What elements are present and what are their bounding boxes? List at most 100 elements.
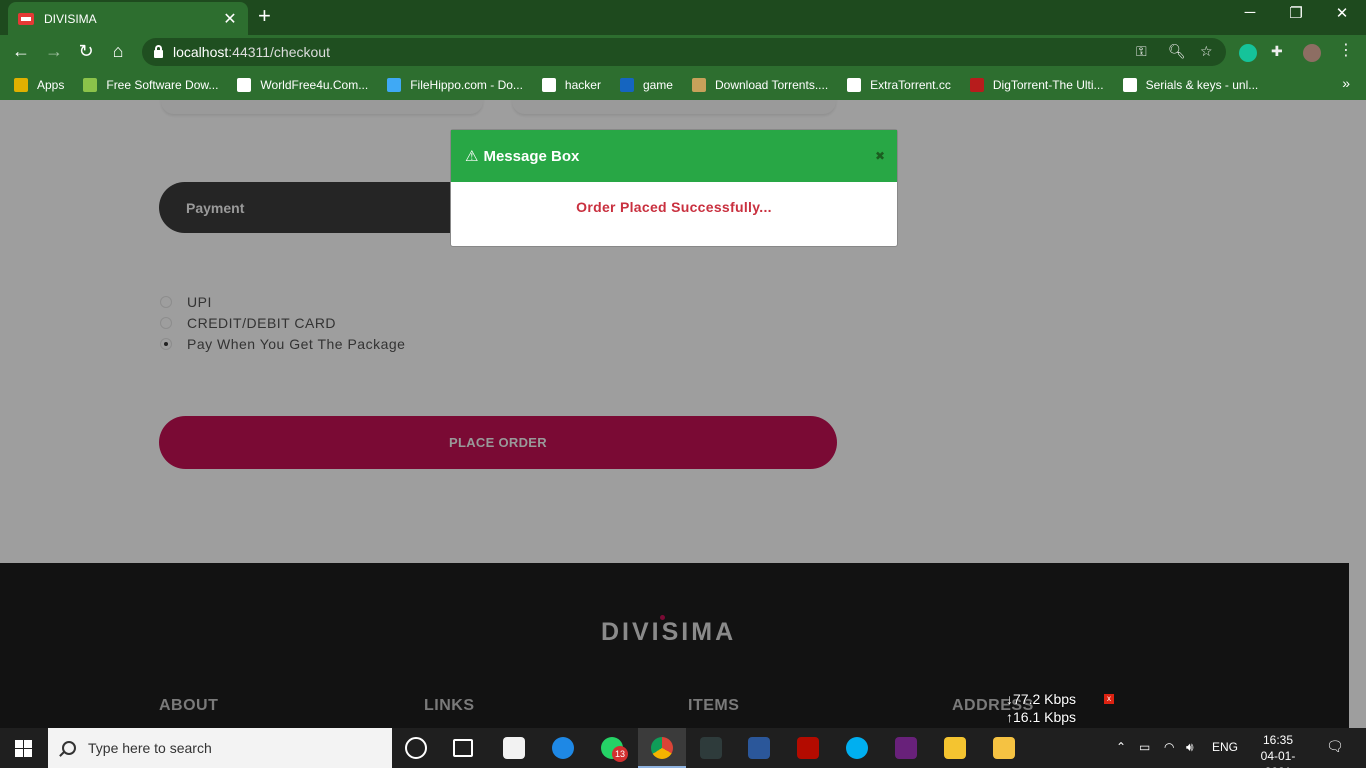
footer-heading-links: LINKS	[424, 697, 475, 714]
payment-option-cod[interactable]: Pay When You Get The Package	[160, 333, 405, 354]
key-icon	[1122, 77, 1137, 92]
clock-time: 16:35	[1262, 733, 1294, 747]
file-explorer-icon[interactable]	[993, 737, 1015, 759]
form-field-cut[interactable]	[512, 100, 836, 114]
bookmark-star-icon[interactable]: ☆	[1200, 43, 1213, 60]
filmora-icon[interactable]	[700, 737, 722, 759]
bookmark-label: hacker	[564, 77, 601, 92]
chrome-icon[interactable]	[651, 737, 673, 759]
radio-upi[interactable]	[160, 295, 172, 308]
place-order-button[interactable]: PLACE ORDER	[159, 416, 837, 469]
message-box-text: Order Placed Successfully...	[576, 199, 772, 215]
tab-close-icon[interactable]: ✕	[222, 9, 238, 29]
payment-option-upi[interactable]: UPI	[160, 291, 405, 312]
sparkle-icon	[83, 77, 98, 92]
bookmarks-overflow-icon[interactable]: »	[1342, 75, 1350, 91]
language-indicator[interactable]: ENG	[1212, 740, 1238, 754]
footer-heading-items: ITEMS	[688, 697, 740, 714]
home-icon[interactable]: ⌂	[107, 41, 129, 61]
bookmark-label: ExtraTorrent.cc	[870, 77, 951, 92]
windows-taskbar: Type here to search ⌃ ▭ ◠ 🔊︎ ENG 16:35 0…	[0, 728, 1366, 768]
payment-options: UPI CREDIT/DEBIT CARD Pay When You Get T…	[160, 291, 405, 354]
bookmark-item[interactable]: hacker	[541, 77, 601, 92]
payment-title: Payment	[186, 199, 245, 216]
store-icon[interactable]	[503, 737, 525, 759]
reload-icon[interactable]: ↻	[75, 41, 97, 61]
network-widget-close-icon[interactable]: x	[1104, 694, 1114, 704]
restore-button[interactable]: ❐	[1273, 4, 1319, 22]
payment-option-label: Pay When You Get The Package	[187, 335, 406, 352]
bookmark-item[interactable]: WorldFree4u.Com...	[237, 77, 369, 92]
page-scrollbar[interactable]	[1349, 100, 1366, 728]
network-speed-widget: ↓77.2 Kbps ↑16.1 Kbps	[1006, 690, 1076, 726]
bookmark-label: Free Software Dow...	[106, 77, 219, 92]
footer-logo[interactable]: DIVISIMA	[601, 618, 736, 647]
task-view-icon[interactable]	[453, 739, 473, 757]
bookmark-item[interactable]: FileHippo.com - Do...	[387, 77, 523, 92]
shield-icon	[691, 77, 706, 92]
battery-icon[interactable]: ▭	[1139, 740, 1150, 754]
message-box-header: ⚠ Message Box	[451, 130, 897, 182]
download-speed: ↓77.2 Kbps	[1006, 691, 1077, 707]
profile-avatar[interactable]	[1303, 44, 1321, 62]
bookmark-item[interactable]: Serials & keys - unl...	[1122, 77, 1258, 92]
key-icon[interactable]: ⚿	[1136, 43, 1147, 60]
payment-option-card[interactable]: CREDIT/DEBIT CARD	[160, 312, 405, 333]
browser-tab-divisima[interactable]: DIVISIMA ✕	[8, 2, 248, 35]
radio-cod[interactable]	[160, 337, 172, 350]
menu-dots-icon[interactable]: ⋮	[1338, 40, 1354, 60]
back-arrow-icon[interactable]: ←	[10, 41, 32, 61]
filehippo-icon	[387, 77, 402, 92]
search-icon	[62, 741, 76, 755]
site-footer: DIVISIMA ABOUT LINKS ITEMS ADDRESS	[0, 563, 1349, 728]
windows-start-icon[interactable]	[15, 740, 32, 757]
word-icon[interactable]	[748, 737, 770, 759]
taskbar-search-box[interactable]: Type here to search	[48, 728, 392, 768]
forward-arrow-icon[interactable]: →	[43, 41, 65, 61]
bookmark-label: Apps	[37, 77, 65, 92]
divisima-favicon	[18, 12, 34, 25]
tray-chevron-up-icon[interactable]: ⌃	[1116, 740, 1126, 754]
notification-icon[interactable]: 🗨︎	[1326, 738, 1344, 755]
sql-tool-icon[interactable]	[944, 737, 966, 759]
grammarly-icon[interactable]	[1239, 44, 1257, 62]
edge-icon[interactable]	[552, 737, 574, 759]
skype-icon[interactable]	[846, 737, 868, 759]
bookmarks-bar: Apps Free Software Dow... WorldFree4u.Com.…	[0, 69, 1366, 100]
radio-card[interactable]	[160, 316, 172, 329]
minimize-button[interactable]: ─	[1227, 4, 1273, 21]
visual-studio-icon[interactable]	[895, 737, 917, 759]
browser-tab-strip: DIVISIMA ✕ + ─ ❐ ✕	[0, 0, 1366, 35]
zoom-icon[interactable]: 🔍︎	[1168, 43, 1186, 60]
message-box-title: Message Box	[483, 147, 580, 165]
acrobat-icon[interactable]	[797, 737, 819, 759]
bookmark-label: Download Torrents....	[714, 77, 829, 92]
bookmark-item[interactable]: Free Software Dow...	[83, 77, 219, 92]
url-host: localhost	[173, 44, 229, 60]
bookmark-item[interactable]: game	[619, 77, 673, 92]
bookmark-label: WorldFree4u.Com...	[260, 77, 369, 92]
bookmark-label: game	[642, 77, 673, 92]
new-tab-button[interactable]: +	[258, 5, 271, 27]
bookmark-item[interactable]: Apps	[14, 77, 65, 92]
cortana-icon[interactable]	[405, 737, 427, 759]
search-placeholder: Type here to search	[88, 740, 212, 756]
close-window-button[interactable]: ✕	[1319, 4, 1365, 22]
volume-icon[interactable]: 🔊︎	[1186, 740, 1194, 755]
form-field-cut[interactable]	[161, 100, 483, 114]
wifi-icon[interactable]: ◠	[1164, 740, 1174, 754]
lock-icon	[154, 45, 163, 58]
payment-option-label: UPI	[187, 293, 212, 310]
bookmark-item[interactable]: Download Torrents....	[691, 77, 829, 92]
taskbar-clock[interactable]: 16:35 04-01-2021	[1250, 732, 1306, 768]
clock-date: 04-01-2021	[1260, 749, 1296, 768]
address-bar[interactable]: localhost:44311/checkout	[142, 38, 1226, 66]
bookmark-item[interactable]: ExtraTorrent.cc	[847, 77, 951, 92]
extensions-puzzle-icon[interactable]: ✚	[1271, 43, 1283, 60]
wf-icon	[237, 77, 252, 92]
url-path: :44311/checkout	[228, 44, 330, 60]
bookmark-item[interactable]: DigTorrent-The Ulti...	[969, 77, 1104, 92]
sn-icon	[969, 77, 984, 92]
close-icon[interactable]: ✖	[875, 149, 885, 163]
tab-title: DIVISIMA	[44, 11, 97, 26]
